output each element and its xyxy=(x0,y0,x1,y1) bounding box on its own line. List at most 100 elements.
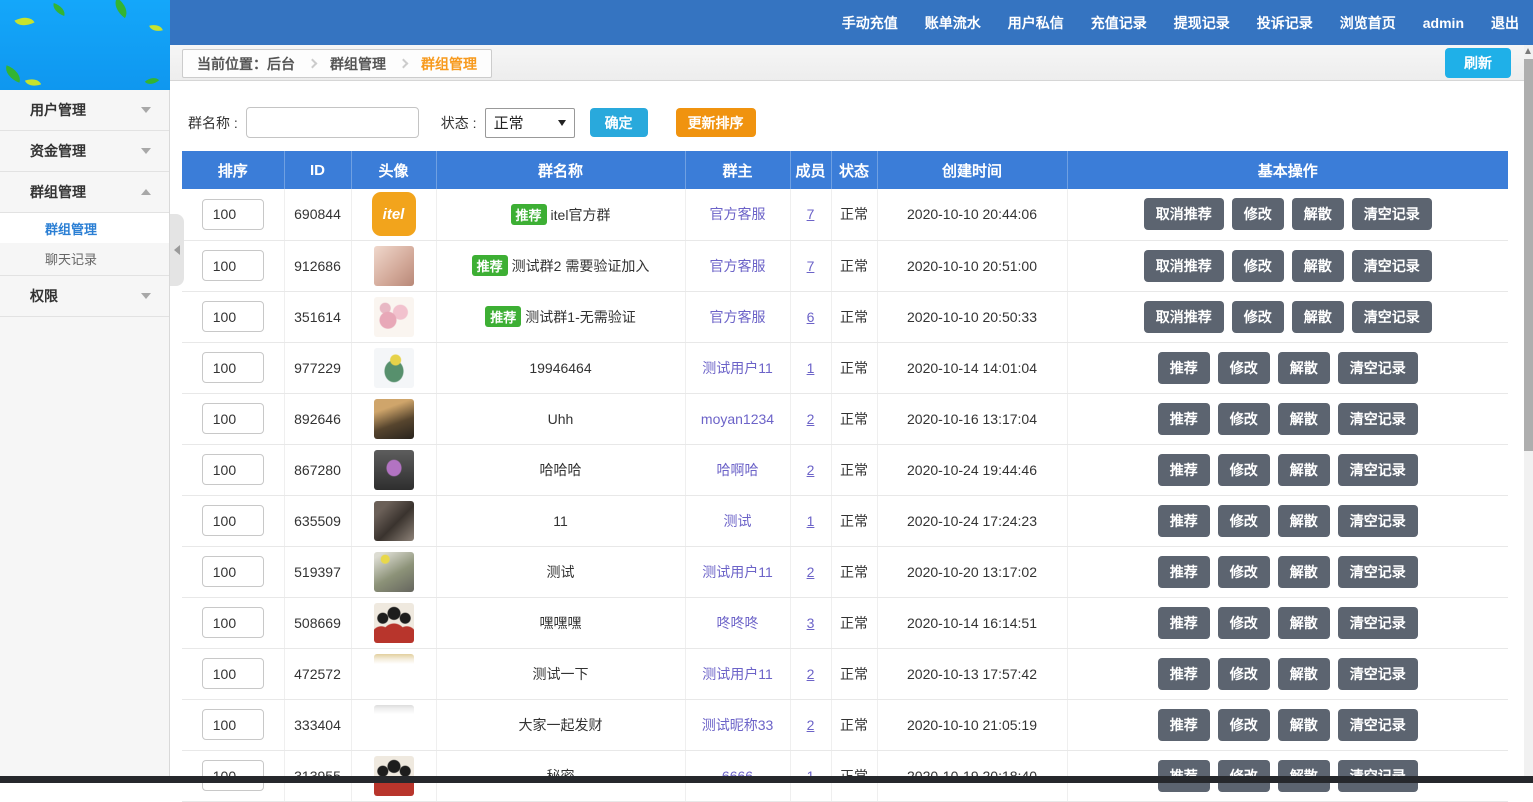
refresh-button[interactable]: 刷新 xyxy=(1445,48,1511,78)
topnav-item-2[interactable]: 用户私信 xyxy=(1008,13,1064,33)
members-count-link[interactable]: 2 xyxy=(807,462,815,478)
sort-input[interactable] xyxy=(202,658,264,689)
update-sort-button[interactable]: 更新排序 xyxy=(676,108,756,137)
topnav-item-3[interactable]: 充值记录 xyxy=(1091,13,1147,33)
scroll-up-arrow-icon[interactable] xyxy=(1525,48,1531,54)
owner-link[interactable]: 测试用户11 xyxy=(702,564,773,580)
owner-link[interactable]: moyan1234 xyxy=(701,411,774,427)
dissolve-button[interactable]: 解散 xyxy=(1278,709,1330,741)
vertical-scrollbar[interactable] xyxy=(1524,45,1533,783)
topnav-admin[interactable]: admin xyxy=(1423,15,1464,31)
members-count-link[interactable]: 2 xyxy=(807,666,815,682)
dissolve-button[interactable]: 解散 xyxy=(1278,352,1330,384)
members-count-link[interactable]: 1 xyxy=(807,513,815,529)
dissolve-button[interactable]: 解散 xyxy=(1278,556,1330,588)
members-count-link[interactable]: 2 xyxy=(807,564,815,580)
owner-link[interactable]: 测试用户11 xyxy=(702,360,773,376)
dissolve-button[interactable]: 解散 xyxy=(1292,301,1344,333)
topnav-item-1[interactable]: 账单流水 xyxy=(925,13,981,33)
modify-button[interactable]: 修改 xyxy=(1218,709,1270,741)
members-count-link[interactable]: 6 xyxy=(807,309,815,325)
modify-button[interactable]: 修改 xyxy=(1232,301,1284,333)
clear-records-button[interactable]: 清空记录 xyxy=(1338,352,1418,384)
recommend-button[interactable]: 推荐 xyxy=(1158,709,1210,741)
dissolve-button[interactable]: 解散 xyxy=(1278,607,1330,639)
clear-records-button[interactable]: 清空记录 xyxy=(1352,250,1432,282)
sidebar-subitem-2-1[interactable]: 聊天记录 xyxy=(0,243,169,273)
modify-button[interactable]: 修改 xyxy=(1218,607,1270,639)
sort-input[interactable] xyxy=(202,352,264,383)
recommend-button[interactable]: 推荐 xyxy=(1158,556,1210,588)
sort-input[interactable] xyxy=(202,403,264,434)
sort-input[interactable] xyxy=(202,709,264,740)
modify-button[interactable]: 修改 xyxy=(1218,505,1270,537)
breadcrumb-item[interactable]: 群组管理 xyxy=(330,54,386,74)
sort-input[interactable] xyxy=(202,301,264,332)
sidebar-collapse-handle[interactable] xyxy=(170,214,184,286)
confirm-button[interactable]: 确定 xyxy=(590,108,648,137)
recommend-button[interactable]: 推荐 xyxy=(1158,403,1210,435)
topnav-item-0[interactable]: 手动充值 xyxy=(842,13,898,33)
dissolve-button[interactable]: 解散 xyxy=(1292,250,1344,282)
clear-records-button[interactable]: 清空记录 xyxy=(1338,658,1418,690)
modify-button[interactable]: 修改 xyxy=(1218,658,1270,690)
recommend-button[interactable]: 推荐 xyxy=(1158,454,1210,486)
recommend-button[interactable]: 推荐 xyxy=(1158,505,1210,537)
sort-input[interactable] xyxy=(202,454,264,485)
sort-input[interactable] xyxy=(202,505,264,536)
topnav-item-6[interactable]: 浏览首页 xyxy=(1340,13,1396,33)
members-count-link[interactable]: 1 xyxy=(807,360,815,376)
dissolve-button[interactable]: 解散 xyxy=(1278,658,1330,690)
clear-records-button[interactable]: 清空记录 xyxy=(1352,301,1432,333)
owner-link[interactable]: 官方客服 xyxy=(710,206,766,222)
sort-input[interactable] xyxy=(202,607,264,638)
status-select[interactable]: 正常 xyxy=(485,108,575,138)
clear-records-button[interactable]: 清空记录 xyxy=(1338,403,1418,435)
owner-link[interactable]: 官方客服 xyxy=(710,309,766,325)
sidebar-section-1[interactable]: 资金管理 xyxy=(0,131,169,172)
scrollbar-thumb[interactable] xyxy=(1524,59,1533,451)
sort-input[interactable] xyxy=(202,250,264,281)
owner-link[interactable]: 咚咚咚 xyxy=(717,615,759,631)
cancel-recommend-button[interactable]: 取消推荐 xyxy=(1144,250,1224,282)
owner-link[interactable]: 哈啊哈 xyxy=(717,462,759,478)
sidebar-section-3[interactable]: 权限 xyxy=(0,276,169,317)
dissolve-button[interactable]: 解散 xyxy=(1292,198,1344,230)
cancel-recommend-button[interactable]: 取消推荐 xyxy=(1144,301,1224,333)
members-count-link[interactable]: 2 xyxy=(807,411,815,427)
owner-link[interactable]: 测试 xyxy=(724,513,752,529)
modify-button[interactable]: 修改 xyxy=(1218,454,1270,486)
recommend-button[interactable]: 推荐 xyxy=(1158,352,1210,384)
clear-records-button[interactable]: 清空记录 xyxy=(1338,556,1418,588)
owner-link[interactable]: 测试用户11 xyxy=(702,666,773,682)
members-count-link[interactable]: 3 xyxy=(807,615,815,631)
members-count-link[interactable]: 2 xyxy=(807,717,815,733)
owner-link[interactable]: 测试昵称33 xyxy=(702,717,774,733)
dissolve-button[interactable]: 解散 xyxy=(1278,403,1330,435)
sidebar-section-0[interactable]: 用户管理 xyxy=(0,90,169,131)
recommend-button[interactable]: 推荐 xyxy=(1158,607,1210,639)
modify-button[interactable]: 修改 xyxy=(1218,352,1270,384)
members-count-link[interactable]: 7 xyxy=(807,258,815,274)
sort-input[interactable] xyxy=(202,556,264,587)
clear-records-button[interactable]: 清空记录 xyxy=(1338,505,1418,537)
clear-records-button[interactable]: 清空记录 xyxy=(1352,198,1432,230)
modify-button[interactable]: 修改 xyxy=(1218,556,1270,588)
topnav-item-5[interactable]: 投诉记录 xyxy=(1257,13,1313,33)
clear-records-button[interactable]: 清空记录 xyxy=(1338,454,1418,486)
clear-records-button[interactable]: 清空记录 xyxy=(1338,607,1418,639)
topnav-item-4[interactable]: 提现记录 xyxy=(1174,13,1230,33)
members-count-link[interactable]: 7 xyxy=(807,206,815,222)
topnav-logout[interactable]: 退出 xyxy=(1491,13,1519,33)
dissolve-button[interactable]: 解散 xyxy=(1278,505,1330,537)
dissolve-button[interactable]: 解散 xyxy=(1278,454,1330,486)
owner-link[interactable]: 官方客服 xyxy=(710,258,766,274)
sidebar-subitem-2-0[interactable]: 群组管理 xyxy=(0,213,169,243)
group-name-input[interactable] xyxy=(246,107,419,138)
modify-button[interactable]: 修改 xyxy=(1218,403,1270,435)
cancel-recommend-button[interactable]: 取消推荐 xyxy=(1144,198,1224,230)
clear-records-button[interactable]: 清空记录 xyxy=(1338,709,1418,741)
modify-button[interactable]: 修改 xyxy=(1232,250,1284,282)
breadcrumb-item[interactable]: 群组管理 xyxy=(421,54,477,74)
sort-input[interactable] xyxy=(202,199,264,230)
